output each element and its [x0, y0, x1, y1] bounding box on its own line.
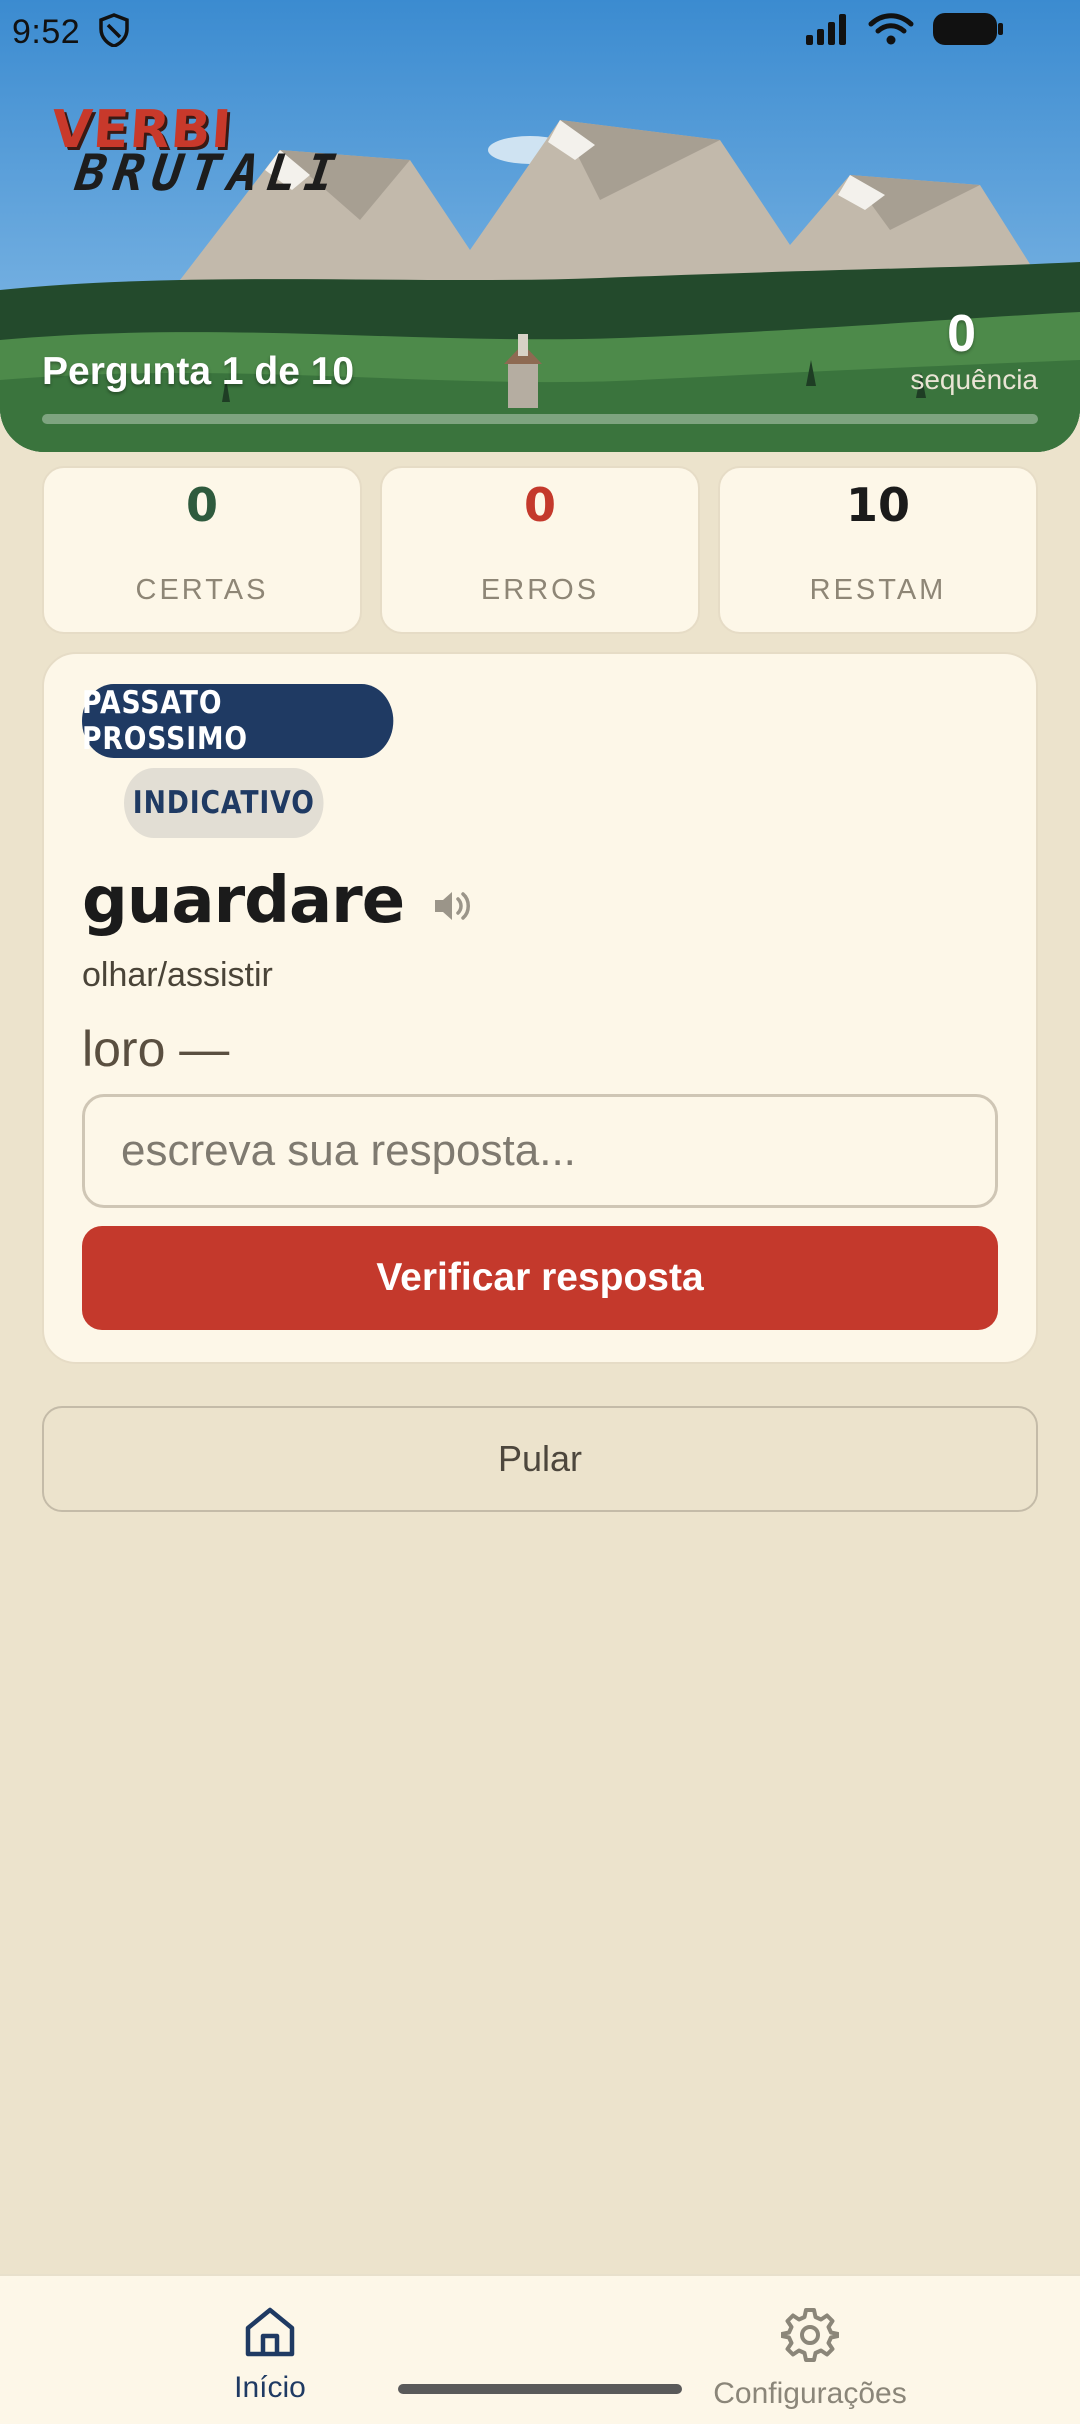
app-logo: VERBI BRUTALI: [48, 100, 352, 202]
check-answer-button[interactable]: Verificar resposta: [82, 1226, 998, 1330]
question-card: PASSATO PROSSIMO INDICATIVO guardare olh…: [42, 652, 1038, 1364]
shield-icon: [98, 12, 130, 52]
score-stats: 0 CERTAS 0 ERROS 10 RESTAM: [42, 466, 1038, 634]
progress-bar: [42, 414, 1038, 424]
stat-card-errors: 0 ERROS: [380, 466, 700, 634]
tense-badge: PASSATO PROSSIMO: [82, 684, 394, 758]
streak-label: sequência: [910, 364, 1038, 395]
logo-text-brutali: BRUTALI: [66, 144, 353, 202]
stat-label-remaining: RESTAM: [809, 574, 947, 606]
nav-label-home: Início: [234, 2371, 306, 2404]
home-icon: [242, 2306, 298, 2363]
signal-icon: [804, 13, 850, 50]
stat-card-remaining: 10 RESTAM: [718, 466, 1038, 634]
verb-infinitive: guardare: [82, 864, 405, 938]
stat-value-remaining: 10: [845, 478, 910, 532]
header-banner: 9:52 VERBI BRUTALI Pergunta 1 de 10 0 se…: [0, 0, 1080, 452]
answer-input[interactable]: [82, 1094, 998, 1208]
skip-button[interactable]: Pular: [42, 1406, 1038, 1512]
wifi-icon: [868, 12, 914, 51]
speaker-icon[interactable]: [432, 888, 472, 924]
streak-count: 0: [947, 305, 976, 363]
verb-row: guardare: [82, 864, 472, 938]
nav-item-settings[interactable]: Configurações: [660, 2306, 960, 2411]
stat-value-correct: 0: [185, 478, 218, 532]
question-progress-label: Pergunta 1 de 10: [42, 350, 355, 393]
gear-icon: [780, 2306, 840, 2369]
stat-card-correct: 0 CERTAS: [42, 466, 362, 634]
stat-label-errors: ERROS: [480, 574, 600, 606]
status-time: 9:52: [12, 12, 81, 51]
nav-label-settings: Configurações: [713, 2377, 907, 2410]
subject-pronoun: loro —: [82, 1021, 230, 1077]
status-bar: 9:52: [0, 0, 1080, 64]
battery-icon: [932, 12, 1004, 51]
nav-item-home[interactable]: Início: [120, 2306, 420, 2405]
home-indicator-bar: [398, 2384, 682, 2394]
bottom-navigation: Início Configurações: [0, 2274, 1080, 2424]
mood-badge: INDICATIVO: [124, 768, 324, 838]
stat-value-errors: 0: [523, 478, 556, 532]
verb-translation: olhar/assistir: [82, 956, 273, 994]
stat-label-correct: CERTAS: [135, 574, 269, 606]
